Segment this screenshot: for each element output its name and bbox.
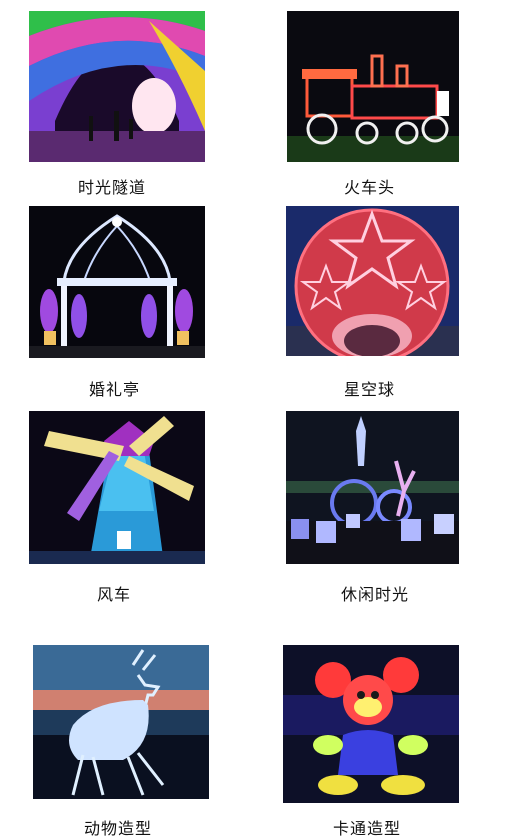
caption-leisure-time: 休闲时光 [341, 585, 410, 604]
photo-star-ball [286, 206, 459, 356]
photo-time-tunnel [29, 11, 205, 162]
photo-windmill [29, 411, 205, 564]
caption-wedding-pavilion: 婚礼亭 [89, 380, 141, 399]
photo-wedding-pavilion [29, 206, 205, 358]
caption-cartoon-shape: 卡通造型 [333, 819, 402, 838]
caption-windmill: 风车 [97, 585, 132, 604]
photo-train-head [287, 11, 459, 162]
caption-train-head: 火车头 [344, 178, 396, 197]
caption-animal-shape: 动物造型 [84, 819, 153, 838]
photo-cartoon-shape [283, 645, 459, 803]
caption-time-tunnel: 时光隧道 [78, 178, 147, 197]
caption-star-ball: 星空球 [344, 380, 396, 399]
photo-animal-shape [33, 645, 209, 799]
photo-leisure-time [286, 411, 459, 564]
